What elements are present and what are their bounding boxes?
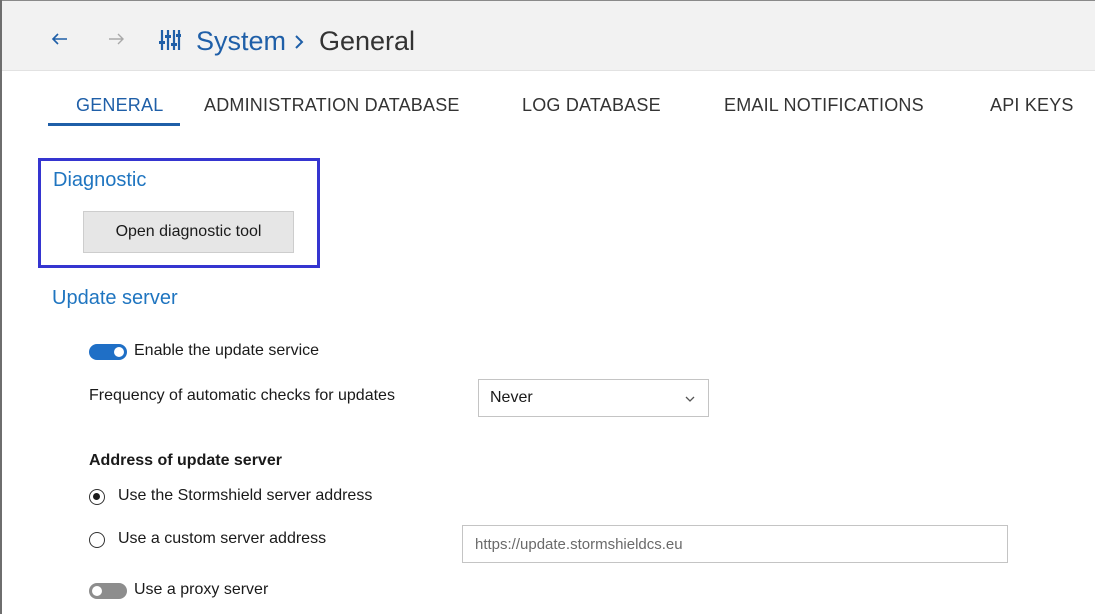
update-server-section-title: Update server: [52, 287, 178, 309]
toggle-knob: [92, 586, 102, 596]
chevron-down-icon: [685, 396, 695, 402]
radio-selected-dot: [93, 493, 100, 500]
radio-custom-address[interactable]: [89, 532, 105, 548]
toggle-knob: [114, 347, 124, 357]
page-header: System General: [2, 1, 1095, 71]
diagnostic-section-title: Diagnostic: [53, 169, 147, 191]
tab-log-database[interactable]: LOG DATABASE: [522, 92, 661, 126]
tab-general[interactable]: GENERAL: [76, 92, 163, 126]
breadcrumb-system[interactable]: System: [196, 25, 286, 57]
chevron-right-icon: [295, 35, 304, 49]
custom-address-input[interactable]: https://update.stormshieldcs.eu: [462, 525, 1008, 563]
enable-update-service-label: Enable the update service: [134, 342, 320, 359]
sliders-icon: [159, 30, 181, 50]
frequency-select-value: Never: [490, 389, 533, 406]
tab-email-notifications[interactable]: EMAIL NOTIFICATIONS: [724, 92, 924, 126]
window-left-border: [0, 0, 2, 614]
custom-address-placeholder: https://update.stormshieldcs.eu: [475, 536, 683, 553]
frequency-select[interactable]: Never: [478, 379, 709, 417]
proxy-server-toggle[interactable]: [89, 583, 127, 599]
radio-custom-address-label: Use a custom server address: [118, 530, 327, 547]
arrow-left-icon[interactable]: [50, 29, 70, 49]
enable-update-service-toggle[interactable]: [89, 344, 127, 360]
tab-administration-database[interactable]: ADMINISTRATION DATABASE: [204, 92, 460, 126]
open-diagnostic-tool-button[interactable]: Open diagnostic tool: [83, 211, 294, 253]
proxy-server-label: Use a proxy server: [134, 581, 269, 598]
breadcrumb-general: General: [319, 26, 416, 56]
frequency-label: Frequency of automatic checks for update…: [89, 387, 395, 404]
radio-stormshield-address[interactable]: [89, 489, 105, 505]
arrow-right-icon[interactable]: [106, 29, 126, 49]
address-heading: Address of update server: [89, 452, 282, 469]
tab-api-keys[interactable]: API KEYS: [990, 92, 1074, 126]
active-tab-indicator: [48, 123, 180, 126]
radio-stormshield-address-label: Use the Stormshield server address: [118, 487, 373, 504]
tab-bar: GENERAL ADMINISTRATION DATABASE LOG DATA…: [48, 92, 1095, 128]
